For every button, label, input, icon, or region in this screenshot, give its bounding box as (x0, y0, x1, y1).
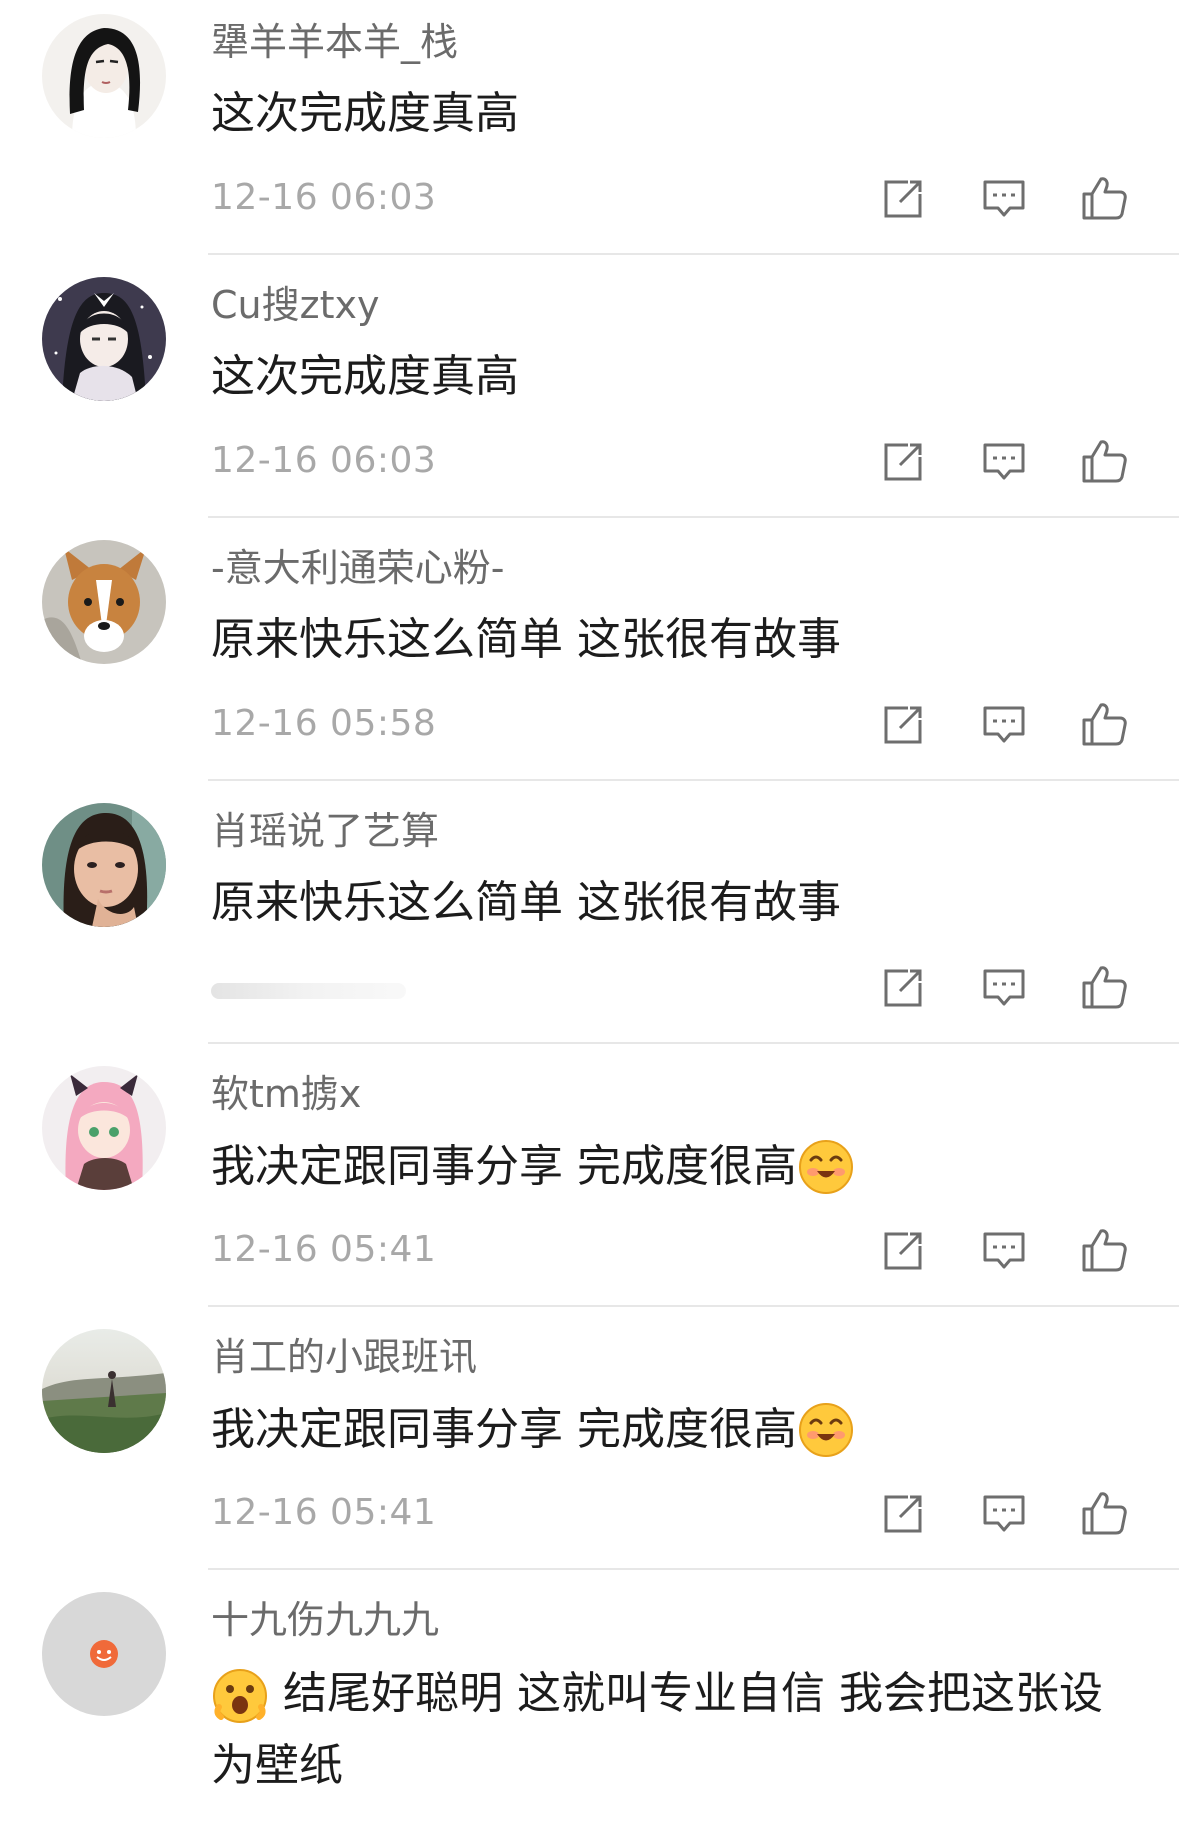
comment-item: 肖瑶说了艺算 原来快乐这么简单 这张很有故事 (0, 789, 1179, 1052)
comment-time: 12-16 05:41 (211, 1492, 437, 1533)
comment-username[interactable]: -意大利通荣心粉- (211, 544, 504, 592)
comment-time-redacted (211, 983, 406, 999)
comment-text-content: 我决定跟同事分享 完成度很高 (211, 1404, 797, 1455)
comment-actions (876, 1485, 1140, 1541)
comment-text: 这次完成度真高 (211, 349, 519, 405)
comment-item: 十九伤九九九 结尾好聪明 这就叫专业自信 我会把这张设为壁纸 (0, 1578, 1179, 1841)
like-button[interactable] (1076, 433, 1132, 489)
like-button[interactable] (1076, 959, 1132, 1015)
comment-actions (876, 170, 1140, 226)
comment-text: 结尾好聪明 这就叫专业自信 我会把这张设为壁纸 (211, 1658, 1111, 1802)
reply-button[interactable] (976, 170, 1032, 226)
comment-username[interactable]: 肖瑶说了艺算 (211, 807, 439, 855)
comment-item: Cu搜ztxy 这次完成度真高 12-16 06:03 (0, 263, 1179, 526)
share-icon (876, 696, 932, 752)
comment-text-content: 这次完成度真高 (211, 351, 519, 402)
comment-item: -意大利通荣心粉- 原来快乐这么简单 这张很有故事 12-16 05:58 (0, 526, 1179, 789)
blush-smile-emoji-icon (797, 1138, 855, 1196)
reply-button[interactable] (976, 959, 1032, 1015)
divider (208, 1042, 1179, 1044)
divider (208, 1305, 1179, 1307)
reply-button[interactable] (976, 433, 1032, 489)
comment-actions (876, 959, 1140, 1015)
like-icon (1076, 696, 1132, 752)
comment-item: 肖工的小跟班讯 我决定跟同事分享 完成度很高 12-16 05:41 (0, 1315, 1179, 1578)
share-button[interactable] (876, 959, 932, 1015)
comment-time: 12-16 06:03 (211, 440, 437, 481)
reply-button[interactable] (976, 696, 1032, 752)
divider (208, 1568, 1179, 1570)
comment-time: 12-16 05:58 (211, 703, 437, 744)
avatar[interactable] (42, 540, 166, 664)
reply-icon (976, 1485, 1032, 1541)
comment-username[interactable]: 十九伤九九九 (211, 1596, 439, 1644)
reply-button[interactable] (976, 1485, 1032, 1541)
reply-button[interactable] (976, 1222, 1032, 1278)
share-button[interactable] (876, 696, 932, 752)
like-icon (1076, 170, 1132, 226)
like-icon (1076, 959, 1132, 1015)
reply-icon (976, 433, 1032, 489)
like-icon (1076, 433, 1132, 489)
share-button[interactable] (876, 1222, 932, 1278)
share-icon (876, 170, 932, 226)
like-button[interactable] (1076, 696, 1132, 752)
divider (208, 779, 1179, 781)
comment-item: 软tm掳x 我决定跟同事分享 完成度很高 12-16 05:41 (0, 1052, 1179, 1315)
avatar[interactable] (42, 803, 166, 927)
like-button[interactable] (1076, 1222, 1132, 1278)
comment-text-content: 这次完成度真高 (211, 88, 519, 139)
comment-text: 我决定跟同事分享 完成度很高 (211, 1138, 855, 1196)
surprised-emoji-icon (211, 1667, 269, 1725)
share-icon (876, 1222, 932, 1278)
divider (208, 516, 1179, 518)
share-icon (876, 1485, 932, 1541)
divider (208, 253, 1179, 255)
comment-text: 这次完成度真高 (211, 86, 519, 142)
comment-username[interactable]: 肖工的小跟班讯 (211, 1333, 477, 1381)
reply-icon (976, 959, 1032, 1015)
reply-icon (976, 1222, 1032, 1278)
share-button[interactable] (876, 433, 932, 489)
comment-username[interactable]: 犟羊羊本羊_栈 (211, 18, 458, 66)
like-icon (1076, 1485, 1132, 1541)
share-button[interactable] (876, 170, 932, 226)
comment-text-content: 原来快乐这么简单 这张很有故事 (211, 614, 841, 665)
like-button[interactable] (1076, 170, 1132, 226)
like-button[interactable] (1076, 1485, 1132, 1541)
share-icon (876, 959, 932, 1015)
avatar[interactable] (42, 277, 166, 401)
weibo-logo-icon (90, 1640, 118, 1668)
comment-time: 12-16 06:03 (211, 177, 437, 218)
comment-actions (876, 433, 1140, 489)
share-icon (876, 433, 932, 489)
comment-actions (876, 1222, 1140, 1278)
avatar[interactable] (42, 1329, 166, 1453)
reply-icon (976, 170, 1032, 226)
comment-text-content: 原来快乐这么简单 这张很有故事 (211, 877, 841, 928)
comment-item: 犟羊羊本羊_栈 这次完成度真高 12-16 06:03 (0, 0, 1179, 263)
avatar[interactable] (42, 1592, 166, 1716)
comment-actions (876, 696, 1140, 752)
like-icon (1076, 1222, 1132, 1278)
comment-time: 12-16 05:41 (211, 1229, 437, 1270)
avatar[interactable] (42, 14, 166, 138)
blush-smile-emoji-icon (797, 1401, 855, 1459)
comment-text: 我决定跟同事分享 完成度很高 (211, 1401, 855, 1459)
reply-icon (976, 696, 1032, 752)
share-button[interactable] (876, 1485, 932, 1541)
comment-text-content: 我决定跟同事分享 完成度很高 (211, 1141, 797, 1192)
comment-username[interactable]: 软tm掳x (211, 1070, 361, 1118)
comment-text: 原来快乐这么简单 这张很有故事 (211, 612, 841, 668)
comment-text-content: 结尾好聪明 这就叫专业自信 我会把这张设为壁纸 (211, 1668, 1103, 1791)
comment-username[interactable]: Cu搜ztxy (211, 281, 379, 329)
comment-text: 原来快乐这么简单 这张很有故事 (211, 875, 841, 931)
avatar[interactable] (42, 1066, 166, 1190)
